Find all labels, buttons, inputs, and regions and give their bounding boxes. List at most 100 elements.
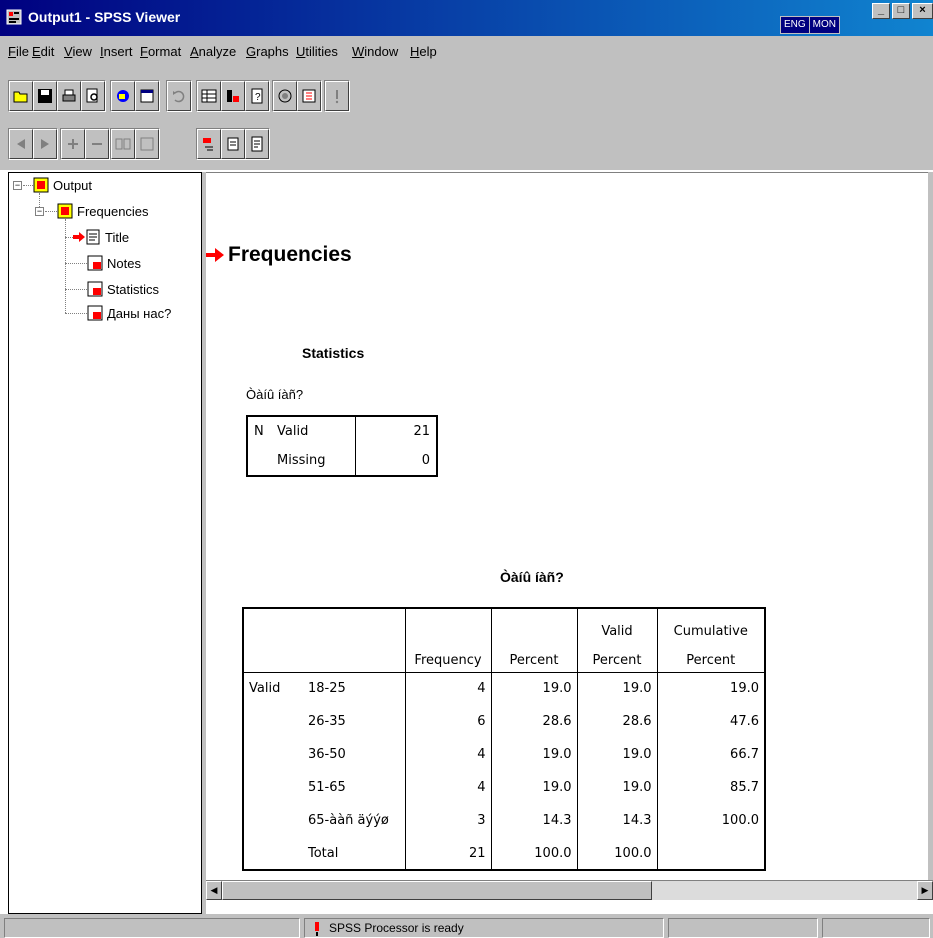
statistics-table-icon: [87, 281, 103, 297]
hide-icon: [140, 137, 154, 151]
outline-pane[interactable]: − Output − Frequencies Title Notes Stati…: [8, 172, 202, 914]
tree-node-frequencies[interactable]: Frequencies: [57, 203, 149, 219]
frequency-table[interactable]: Frequency Percent Valid Percent Cumulati…: [242, 607, 766, 871]
undo-button[interactable]: [167, 81, 191, 111]
run-button[interactable]: [325, 81, 349, 111]
statistics-table[interactable]: N Valid 21 Missing 0: [246, 415, 438, 477]
tree-node-notes[interactable]: Notes: [87, 255, 141, 271]
variables-button[interactable]: [221, 81, 245, 111]
output-collapse-toggle[interactable]: −: [13, 181, 22, 190]
table-header-row: Frequency Percent Valid Percent Cumulati…: [243, 608, 765, 672]
frequency-table-title: Òàíû íàñ?: [500, 569, 564, 585]
menu-insert[interactable]: Insert: [100, 44, 133, 59]
status-panel: [822, 918, 930, 938]
insert-heading-button[interactable]: [197, 129, 221, 159]
menu-edit[interactable]: Edit: [32, 44, 54, 59]
table-row: 36-50 4 19.0 19.0 66.7: [243, 738, 765, 771]
cell-percent: 19.0: [490, 738, 577, 771]
status-text: SPSS Processor is ready: [329, 921, 464, 935]
svg-text:?: ?: [255, 92, 261, 103]
expand-button[interactable]: [61, 129, 85, 159]
cell-value: 21: [354, 416, 437, 446]
tree-node-statistics[interactable]: Statistics: [87, 281, 159, 297]
header-blank: [243, 608, 303, 672]
cell-cumulative-percent: 66.7: [656, 738, 765, 771]
lang-eng[interactable]: ENG: [781, 17, 809, 33]
processor-status-icon: [315, 922, 319, 936]
insert-title-button[interactable]: [221, 129, 245, 159]
close-button[interactable]: ×: [912, 3, 933, 19]
frequencies-heading[interactable]: Frequencies: [206, 243, 352, 267]
collapse-button[interactable]: [85, 129, 109, 159]
print-preview-icon: [86, 88, 98, 103]
dialog-recall-button[interactable]: [135, 81, 159, 111]
row-group-label: Valid: [243, 671, 303, 705]
menu-bar: File Edit View Insert Format Analyze Gra…: [0, 36, 933, 68]
window-title: Output1 - SPSS Viewer: [28, 9, 181, 25]
row-group-label: [247, 446, 271, 476]
goto-data-button[interactable]: [197, 81, 221, 111]
menu-utilities[interactable]: Utilities: [296, 44, 338, 59]
table-row: 26-35 6 28.6 28.6 47.6: [243, 705, 765, 738]
export-icon: [117, 90, 129, 102]
frequencies-collapse-toggle[interactable]: −: [35, 207, 44, 216]
tree-label-statistics: Statistics: [107, 281, 160, 297]
row-label: Valid: [277, 424, 309, 439]
demote-button[interactable]: [33, 129, 57, 159]
output-book-icon: [33, 177, 49, 193]
print-button[interactable]: [57, 81, 81, 111]
menu-view[interactable]: View: [64, 44, 92, 59]
vertical-scrollbar[interactable]: [928, 172, 933, 880]
menu-graphs[interactable]: Graphs: [246, 44, 289, 59]
insert-heading-icon: [203, 138, 213, 151]
info-icon: ?: [251, 88, 263, 104]
select-cases-button[interactable]: [297, 81, 321, 111]
maximize-button[interactable]: □: [892, 3, 910, 19]
output-content-pane[interactable]: Frequencies Statistics Òàíû íàñ? N Valid…: [206, 172, 928, 880]
tree-line: [65, 219, 66, 313]
menu-help[interactable]: Help: [410, 44, 437, 59]
info-button[interactable]: ?: [245, 81, 269, 111]
tree-node-frequency-table[interactable]: Даны нас?: [87, 305, 171, 321]
spss-app-icon[interactable]: [6, 9, 22, 25]
open-button[interactable]: [9, 81, 33, 111]
scroll-left-button[interactable]: ◀: [206, 881, 222, 900]
use-sets-button[interactable]: [273, 81, 297, 111]
data-toolbar-group: ?: [196, 80, 270, 112]
show-button[interactable]: [111, 129, 135, 159]
variables-icon: [227, 90, 239, 102]
lang-mon[interactable]: MON: [808, 17, 840, 33]
horizontal-scrollbar[interactable]: ◀ ▶: [206, 880, 933, 900]
menu-window[interactable]: Window: [352, 44, 398, 59]
menu-file[interactable]: File: [8, 44, 29, 59]
tree-line: [65, 263, 87, 264]
horizontal-scroll-thumb[interactable]: [222, 881, 652, 900]
insert-toolbar-group: [196, 128, 270, 160]
insert-text-button[interactable]: [245, 129, 269, 159]
tree-label-title: Title: [105, 229, 130, 245]
tree-line: [39, 193, 40, 207]
collapse-icon: [92, 143, 102, 145]
header-percent: Percent: [490, 608, 577, 672]
row-label: Total: [308, 845, 339, 861]
demote-icon: [41, 139, 49, 149]
tree-node-title[interactable]: Title: [73, 229, 129, 245]
scroll-right-button[interactable]: ▶: [917, 881, 933, 900]
row-group-label: [243, 705, 303, 738]
language-indicator[interactable]: ENG MON: [780, 16, 841, 34]
hide-button[interactable]: [135, 129, 159, 159]
header-valid-percent: Valid Percent: [576, 608, 657, 672]
print-preview-button[interactable]: [81, 81, 105, 111]
table-row: Valid 18-25 4 19.0 19.0 19.0: [243, 671, 765, 705]
save-button[interactable]: [33, 81, 57, 111]
menu-analyze[interactable]: Analyze: [190, 44, 236, 59]
cell-cumulative-percent: 47.6: [656, 705, 765, 738]
tree-node-output[interactable]: Output: [33, 177, 92, 193]
minimize-button[interactable]: _: [872, 3, 890, 19]
menu-format[interactable]: Format: [140, 44, 181, 59]
export-button[interactable]: [111, 81, 135, 111]
tree-label-output: Output: [53, 177, 93, 193]
use-sets-icon: [278, 89, 292, 103]
promote-button[interactable]: [9, 129, 33, 159]
table-row: 65-ààñ äýýø 3 14.3 14.3 100.0: [243, 804, 765, 837]
